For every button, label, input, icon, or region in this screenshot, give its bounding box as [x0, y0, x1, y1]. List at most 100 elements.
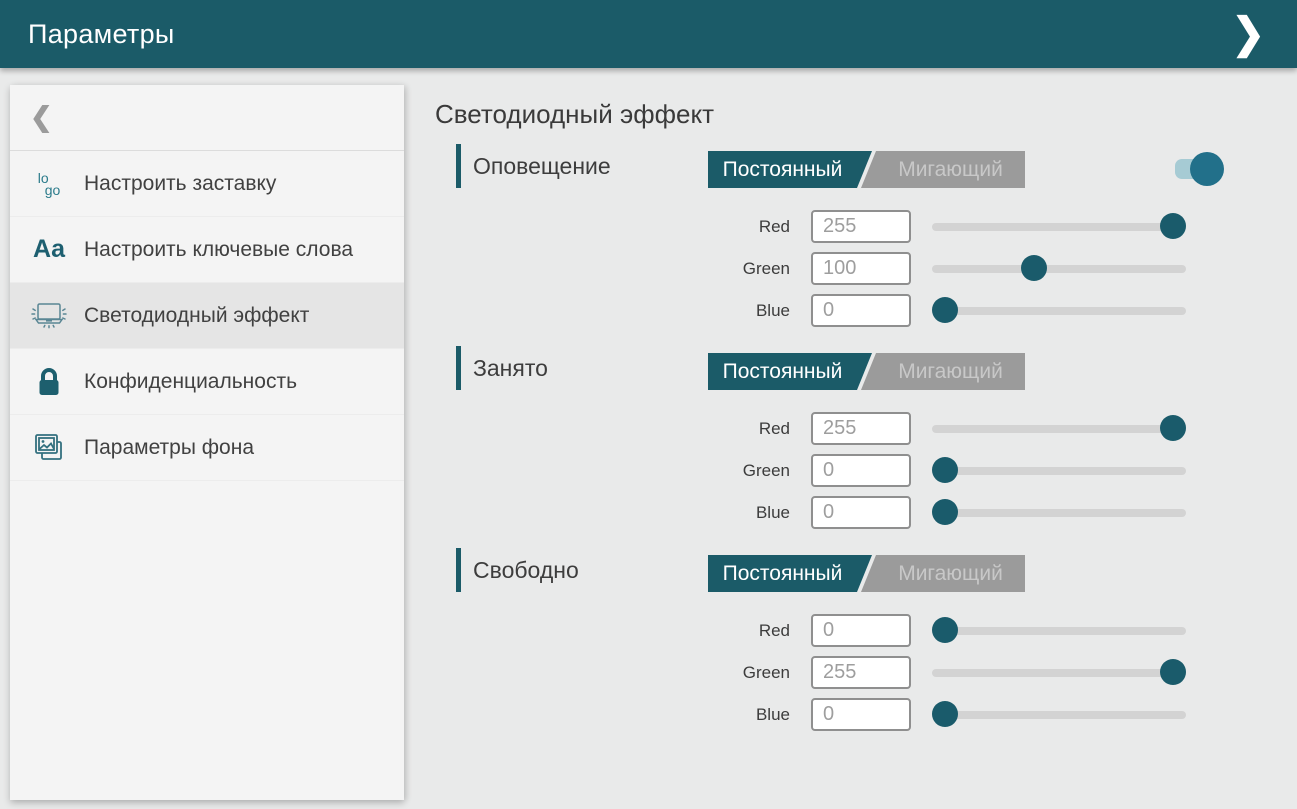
mode-toggle: Постоянный Мигающий: [708, 555, 1025, 592]
channel-value-input[interactable]: [811, 614, 911, 647]
section-title: Занято: [473, 355, 548, 382]
images-icon: [26, 431, 72, 465]
channel-value-input[interactable]: [811, 454, 911, 487]
slider-thumb[interactable]: [932, 617, 958, 643]
chevron-right-icon[interactable]: ❯: [1231, 13, 1269, 55]
channel-value-input[interactable]: [811, 656, 911, 689]
slider-track: [932, 223, 1186, 231]
slider-track: [932, 467, 1186, 475]
sidebar-back-button[interactable]: ❮: [10, 85, 404, 151]
led-sections-container: Оповещение Постоянный Мигающий Red Green: [435, 144, 1297, 731]
app-header: Параметры ❯: [0, 0, 1297, 68]
channel-label: Blue: [456, 496, 790, 529]
channel-label: Red: [456, 614, 790, 647]
sidebar-item-label: Конфиденциальность: [84, 368, 297, 395]
slider-thumb[interactable]: [932, 701, 958, 727]
channel-slider[interactable]: [932, 454, 1186, 487]
channel-row: Blue: [456, 496, 1297, 529]
channel-label: Red: [456, 210, 790, 243]
channel-rows: Red Green Blue: [456, 412, 1297, 529]
page-title: Параметры: [28, 19, 175, 50]
channel-value-input[interactable]: [811, 294, 911, 327]
sidebar-item-background[interactable]: Параметры фона: [10, 415, 404, 481]
channel-label: Blue: [456, 294, 790, 327]
sidebar-item-keywords[interactable]: Aa Настроить ключевые слова: [10, 217, 404, 283]
switch-knob: [1190, 152, 1224, 186]
sidebar: ❮ logo Настроить заставку Aa Настроить к…: [10, 85, 404, 800]
channel-slider[interactable]: [932, 656, 1186, 689]
slider-thumb[interactable]: [932, 457, 958, 483]
slider-track: [932, 627, 1186, 635]
slider-thumb[interactable]: [932, 297, 958, 323]
channel-slider[interactable]: [932, 252, 1186, 285]
led-section-3: Свободно Постоянный Мигающий Red Green B…: [435, 548, 1297, 731]
channel-value-input[interactable]: [811, 412, 911, 445]
section-title: Оповещение: [473, 153, 611, 180]
slider-track: [932, 307, 1186, 315]
channel-slider[interactable]: [932, 412, 1186, 445]
led-section-header: Оповещение Постоянный Мигающий: [456, 144, 1297, 188]
channel-rows: Red Green Blue: [456, 614, 1297, 731]
led-section-1: Оповещение Постоянный Мигающий Red Green: [435, 144, 1297, 327]
lock-icon: [26, 365, 72, 399]
mode-toggle: Постоянный Мигающий: [708, 353, 1025, 390]
slider-track: [932, 711, 1186, 719]
channel-value-input[interactable]: [811, 496, 911, 529]
section-accent-bar: [456, 144, 461, 188]
channel-label: Blue: [456, 698, 790, 731]
channel-slider[interactable]: [932, 614, 1186, 647]
channel-slider[interactable]: [932, 294, 1186, 327]
section-accent-bar: [456, 346, 461, 390]
chevron-left-icon: ❮: [30, 102, 53, 133]
sidebar-item-label: Настроить ключевые слова: [84, 236, 353, 263]
mode-option-constant[interactable]: Постоянный: [708, 353, 872, 390]
sidebar-item-screensaver[interactable]: logo Настроить заставку: [10, 151, 404, 217]
main-content: Светодиодный эффект Оповещение Постоянны…: [435, 96, 1297, 750]
channel-row: Blue: [456, 294, 1297, 327]
slider-thumb[interactable]: [1160, 415, 1186, 441]
channel-slider[interactable]: [932, 496, 1186, 529]
mode-toggle: Постоянный Мигающий: [708, 151, 1025, 188]
channel-slider[interactable]: [932, 698, 1186, 731]
channel-row: Green: [456, 656, 1297, 689]
mode-option-constant[interactable]: Постоянный: [708, 151, 872, 188]
led-section-2: Занято Постоянный Мигающий Red Green Blu…: [435, 346, 1297, 529]
section-page-title: Светодиодный эффект: [435, 96, 1297, 132]
slider-track: [932, 425, 1186, 433]
led-screen-icon: [26, 300, 72, 332]
sidebar-item-led-effect[interactable]: Светодиодный эффект: [10, 283, 404, 349]
mode-option-blinking[interactable]: Мигающий: [861, 353, 1025, 390]
channel-value-input[interactable]: [811, 698, 911, 731]
channel-label: Green: [456, 454, 790, 487]
channel-row: Green: [456, 454, 1297, 487]
enable-switch[interactable]: [1175, 159, 1221, 179]
sidebar-item-label: Параметры фона: [84, 434, 254, 461]
logo-icon: logo: [26, 172, 72, 196]
channel-value-input[interactable]: [811, 252, 911, 285]
led-section-header: Свободно Постоянный Мигающий: [456, 548, 1297, 592]
sidebar-item-label: Настроить заставку: [84, 170, 276, 197]
slider-thumb[interactable]: [1160, 659, 1186, 685]
channel-row: Red: [456, 210, 1297, 243]
led-section-header: Занято Постоянный Мигающий: [456, 346, 1297, 390]
channel-row: Red: [456, 412, 1297, 445]
channel-row: Green: [456, 252, 1297, 285]
channel-rows: Red Green Blue: [456, 210, 1297, 327]
mode-option-blinking[interactable]: Мигающий: [861, 555, 1025, 592]
channel-row: Red: [456, 614, 1297, 647]
channel-label: Red: [456, 412, 790, 445]
slider-track: [932, 265, 1186, 273]
slider-thumb[interactable]: [1160, 213, 1186, 239]
sidebar-item-privacy[interactable]: Конфиденциальность: [10, 349, 404, 415]
channel-slider[interactable]: [932, 210, 1186, 243]
channel-row: Blue: [456, 698, 1297, 731]
mode-option-constant[interactable]: Постоянный: [708, 555, 872, 592]
letters-aa-icon: Aa: [26, 237, 72, 262]
slider-thumb[interactable]: [1021, 255, 1047, 281]
slider-thumb[interactable]: [932, 499, 958, 525]
section-title: Свободно: [473, 557, 579, 584]
channel-value-input[interactable]: [811, 210, 911, 243]
channel-label: Green: [456, 656, 790, 689]
mode-option-blinking[interactable]: Мигающий: [861, 151, 1025, 188]
channel-label: Green: [456, 252, 790, 285]
